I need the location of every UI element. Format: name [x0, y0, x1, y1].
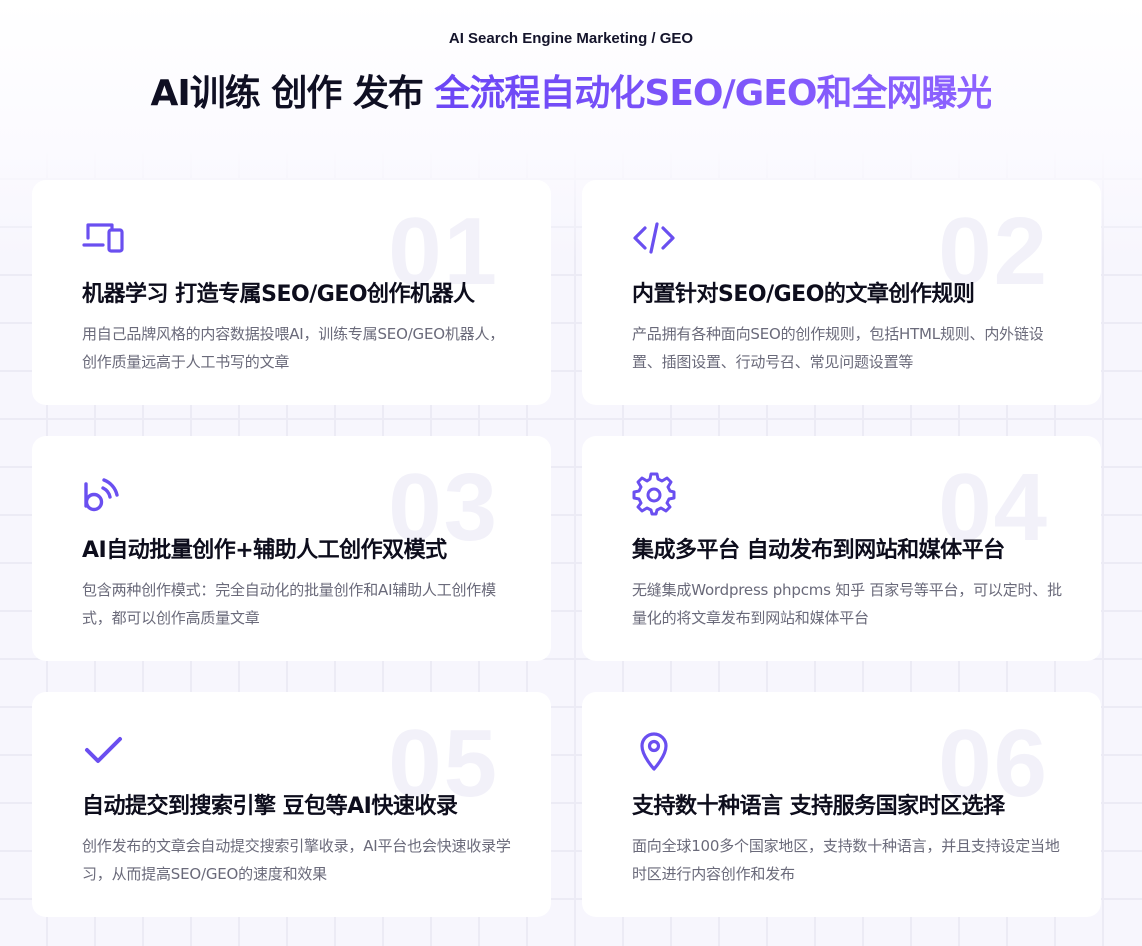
feature-title: 内置针对SEO/GEO的文章创作规则 [632, 282, 975, 307]
feature-title: AI自动批量创作+辅助人工创作双模式 [82, 538, 447, 563]
feature-title: 机器学习 打造专属SEO/GEO创作机器人 [82, 282, 475, 307]
devices-icon [82, 216, 126, 260]
section-headline: AI训练 创作 发布 全流程自动化SEO/GEO和全网曝光 [0, 70, 1142, 118]
feature-description: 包含两种创作模式：完全自动化的批量创作和AI辅助人工创作模式，都可以创作高质量文… [82, 581, 496, 627]
location-pin-icon [632, 728, 676, 772]
gear-icon [632, 472, 676, 516]
section-eyebrow: AI Search Engine Marketing / GEO [448, 30, 694, 47]
feature-description: 创作发布的文章会自动提交搜索引擎收录，AI平台也会快速收录学习，从而提高SEO/… [82, 837, 511, 883]
feature-card-4[interactable]: 04 集成多平台 自动发布到网站和媒体平台 无缝集成Wordpress phpc… [582, 436, 1101, 661]
feature-title: 支持数十种语言 支持服务国家时区选择 [632, 794, 1005, 819]
check-icon [82, 728, 126, 772]
feature-card-3[interactable]: 03 AI自动批量创作+辅助人工创作双模式 包含两种创作模式：完全自动化的批量创… [32, 436, 551, 661]
feature-card-5[interactable]: 05 自动提交到搜索引擎 豆包等AI快速收录 创作发布的文章会自动提交搜索引擎收… [32, 692, 551, 917]
feature-title: 自动提交到搜索引擎 豆包等AI快速收录 [82, 794, 458, 819]
feature-card-1[interactable]: 01 机器学习 打造专属SEO/GEO创作机器人 用自己品牌风格的内容数据投喂A… [32, 180, 551, 405]
feature-description: 面向全球100多个国家地区，支持数十种语言，并且支持设定当地时区进行内容创作和发… [632, 837, 1060, 883]
headline-accent-part: 全流程自动化SEO/GEO和全网曝光 [434, 73, 992, 114]
feature-card-2[interactable]: 02 内置针对SEO/GEO的文章创作规则 产品拥有各种面向SEO的创作规则，包… [582, 180, 1101, 405]
feature-title: 集成多平台 自动发布到网站和媒体平台 [632, 538, 1005, 563]
feature-description: 产品拥有各种面向SEO的创作规则，包括HTML规则、内外链设置、插图设置、行动号… [632, 325, 1044, 371]
broadcast-icon [82, 472, 126, 516]
headline-dark-part: AI训练 创作 发布 [150, 73, 435, 114]
code-icon [632, 216, 676, 260]
feature-card-6[interactable]: 06 支持数十种语言 支持服务国家时区选择 面向全球100多个国家地区，支持数十… [582, 692, 1101, 917]
feature-description: 用自己品牌风格的内容数据投喂AI，训练专属SEO/GEO机器人，创作质量远高于人… [82, 325, 505, 371]
feature-description: 无缝集成Wordpress phpcms 知乎 百家号等平台，可以定时、批量化的… [632, 581, 1062, 627]
